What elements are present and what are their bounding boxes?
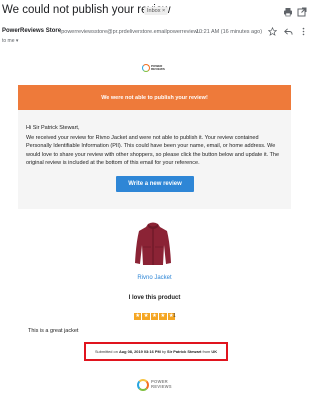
more-icon[interactable]: [299, 27, 308, 36]
open-in-new-icon[interactable]: [297, 7, 307, 17]
star-outline-icon[interactable]: [268, 27, 277, 36]
review-title: I love this product: [128, 295, 181, 301]
write-new-review-button[interactable]: Write a new review: [116, 176, 194, 192]
reply-icon[interactable]: [284, 27, 293, 36]
submitted-date: Aug 08, 2019 03:16 PM: [118, 349, 161, 354]
email-header: PowerReviews Store <powerreviewsstore@pr…: [0, 28, 309, 38]
email-subject-row: We could not publish your review Inbox ×: [0, 4, 309, 20]
footer-brand-logo: POWER REVIEWS: [137, 374, 177, 396]
submitted-country: UK: [211, 349, 218, 354]
message-panel: Hi Sir Patrick Stewart, We received your…: [18, 110, 291, 209]
product-jacket-image[interactable]: [133, 221, 173, 266]
inbox-label-badge[interactable]: Inbox ×: [144, 7, 169, 15]
review-text: This is a great jacket: [28, 328, 79, 334]
submitted-from-word: from: [202, 349, 211, 354]
brand-logo: POWER REVIEWS: [142, 63, 166, 73]
greeting-text: Hi Sir Patrick Stewart,: [26, 125, 80, 131]
submitted-by-word: by: [161, 349, 166, 354]
sender-email: <powerreviewsstore@pr.prdeliverstore.ema…: [58, 28, 202, 35]
star-icon: ★: [134, 313, 142, 321]
star-icon: ★: [159, 313, 167, 321]
submitted-info-highlight: Submitted on Aug 08, 2019 03:16 PM by Si…: [84, 342, 228, 361]
alert-banner: We were not able to publish your review!: [18, 85, 291, 110]
recipient-dropdown[interactable]: to me ▾: [2, 38, 18, 44]
email-timestamp: 10:21 AM (16 minutes ago): [196, 28, 263, 35]
logo-ring-icon: [142, 64, 150, 72]
submitted-prefix: Submitted on: [94, 349, 118, 354]
logo-text-line2: REVIEWS: [151, 67, 165, 71]
message-text: We received your review for Rivno Jacket…: [26, 135, 280, 167]
footer-logo-line2: REVIEWS: [151, 384, 172, 389]
rating-count: 1: [173, 313, 176, 319]
print-icon[interactable]: [283, 7, 293, 17]
submitted-author: Sir Patrick Stewart: [167, 349, 202, 354]
star-icon: ★: [142, 313, 150, 321]
sender-name[interactable]: PowerReviews Store: [2, 28, 61, 34]
product-name-link[interactable]: Rivno Jacket: [0, 275, 309, 281]
star-rating: ★ ★ ★ ★ ★: [134, 313, 175, 321]
star-icon: ★: [150, 313, 159, 321]
footer-logo-ring-icon: [137, 379, 149, 391]
